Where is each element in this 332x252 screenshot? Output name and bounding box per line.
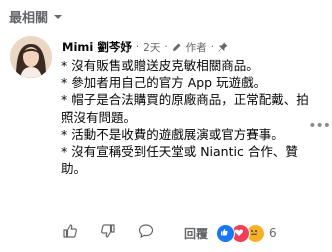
comment-line: * 活動不是收費的遊戲展演或官方賽事。 [61,126,284,142]
thumbs-up-icon [62,223,78,243]
comment-line: * 帽子是合法購買的原廠商品，正常配戴、拍照沒有問題。 [61,92,309,125]
sort-label: 最相關 [9,11,49,26]
reaction-count: 6 [269,226,277,240]
pin-icon [218,42,228,52]
comment-header: Mimi 劉芩妤 · 2天 · 作者 · [62,39,228,55]
comment-actions: 回覆 6 [62,223,277,243]
avatar[interactable] [10,36,52,78]
author-role: 作者 [185,41,207,54]
comment-line: * 沒有宣稱受到任天堂或 Niantic 合作、贊助。 [61,144,298,177]
thumbs-down-icon [100,223,116,243]
reaction-summary[interactable]: 6 [216,223,277,243]
like-button[interactable] [62,223,78,243]
reply-button[interactable]: 回覆 [184,225,208,242]
comment-button[interactable] [138,223,154,243]
chevron-down-icon [52,11,64,23]
dislike-button[interactable] [100,223,116,243]
comment-body: * 沒有販售或贈送皮克敏相關商品。 * 參加者用自己的官方 App 玩遊戲。 *… [61,57,313,177]
sort-dropdown[interactable]: 最相關 [9,7,64,26]
comment-line: * 沒有販售或贈送皮克敏相關商品。 [61,58,259,73]
like-reaction-icon [216,223,236,243]
more-dots-icon[interactable]: ••• [308,118,331,134]
comment-bubble-icon [138,223,154,243]
author-name[interactable]: Mimi 劉芩妤 [62,39,132,55]
comment-time[interactable]: 2天 [143,40,160,55]
edit-icon [172,42,182,52]
comment-line: * 參加者用自己的官方 App 玩遊戲。 [61,75,267,91]
